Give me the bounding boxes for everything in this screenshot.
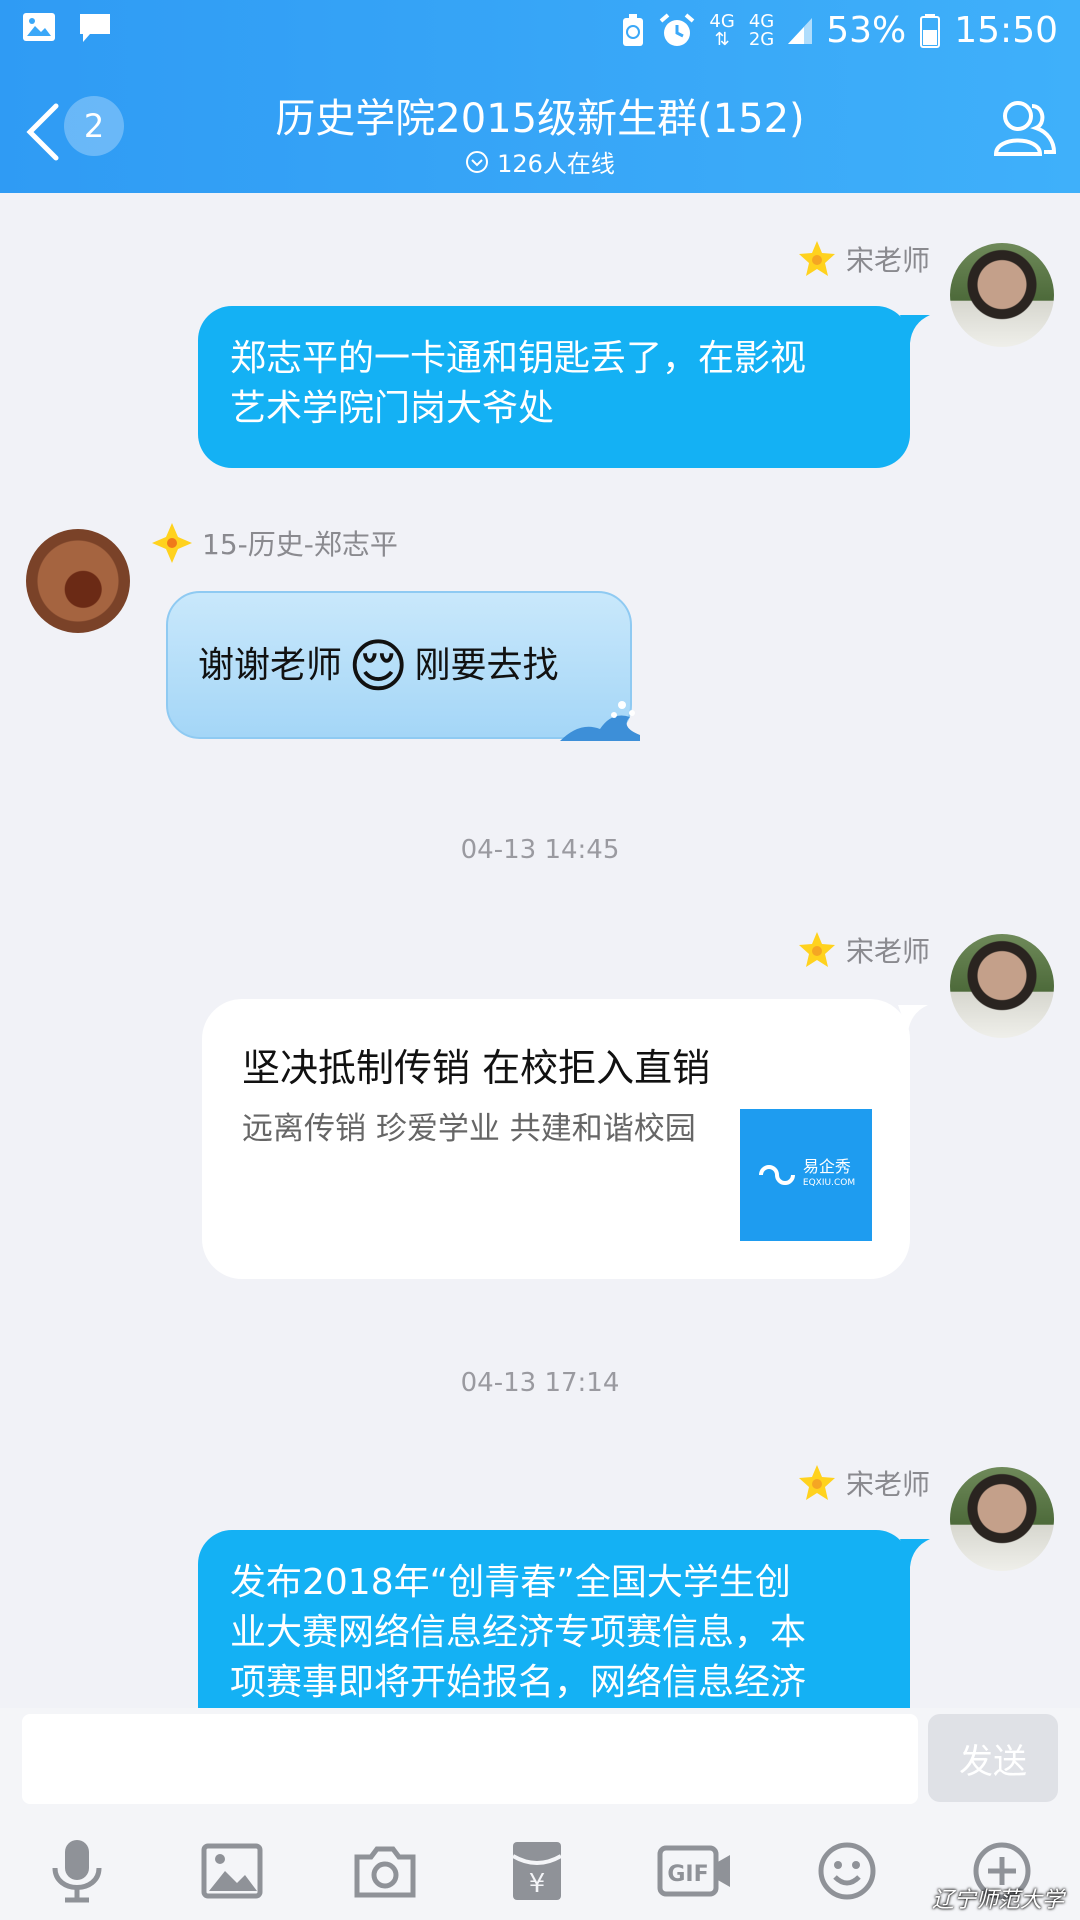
camera-icon[interactable] [350,1836,420,1906]
group-members-icon[interactable] [992,98,1058,158]
emoji-icon[interactable] [812,1836,882,1906]
sender-name: 15-历史-郑志平 [152,523,398,563]
alarm-icon [660,12,695,46]
chevron-down-circle-icon [466,150,489,173]
navbar: 2 历史学院2015级新生群(152) 126人在线 [0,62,1080,193]
message-bubble[interactable]: 郑志平的一卡通和钥匙丢了，在影视 艺术学院门岗大爷处 [198,306,910,468]
watermark: 辽宁师范大学 [931,1888,1064,1913]
sender-name: 宋老师 [798,239,930,279]
card-thumbnail: 易企秀 EQXIU.COM [740,1109,872,1241]
message-text: 谢谢老师 [198,645,343,686]
microphone-icon[interactable] [42,1836,112,1906]
eqxiu-logo-icon [758,1165,795,1185]
message-input[interactable] [22,1714,918,1804]
timestamp: 04-13 17:14 [460,1368,620,1398]
card-title: 坚决抵制传销 在校拒入直销 [242,1046,711,1090]
message-text-line: 艺术学院门岗大爷处 [230,388,555,429]
message-text-line: 发布2018年“创青春”全国大学生创 [230,1562,791,1603]
gif-label: GIF [667,1862,708,1887]
message-bubble[interactable]: 发布2018年“创青春”全国大学生创 业大赛网络信息经济专项赛信息，本 项赛事即… [198,1530,910,1708]
bubble-tail [898,1005,928,1033]
image-icon[interactable] [197,1836,267,1906]
star-badge-icon [798,1465,835,1500]
battery-saver-icon [623,13,644,46]
red-packet-icon[interactable]: ¥ [502,1836,572,1906]
online-count: 126人在线 [497,150,615,178]
avatar[interactable] [950,934,1054,1038]
timestamp: 04-13 14:45 [460,835,620,865]
message-bubble[interactable]: 谢谢老师 😌 刚要去找 [166,591,640,741]
gif-icon[interactable]: GIF [655,1836,735,1906]
message-text-line: 郑志平的一卡通和钥匙丢了，在影视 [230,338,807,379]
status-bar: 4G ⇅ 4G 2G 53% 15:50 [0,0,1080,62]
input-bar: 发送 ¥ GIF 辽宁师范大学 [0,1708,1080,1920]
star-badge-icon [798,241,835,276]
card-description: 远离传销 珍爱学业 共建和谐校园 [242,1111,696,1147]
header: 4G ⇅ 4G 2G 53% 15:50 2 历史学院2015级新生群(152) 1… [0,0,1080,193]
page-title: 历史学院2015级新生群(152) [275,96,805,142]
bubble-tail [900,315,930,343]
signal-icon [788,17,813,44]
sender-name: 宋老师 [798,930,930,970]
gallery-notification-icon [23,13,55,41]
diamond-badge-icon [152,523,192,563]
star-badge-icon [798,932,835,967]
net2-top-label: 4G [748,10,775,32]
send-button[interactable]: 发送 [928,1714,1058,1802]
network-indicator-1: 4G ⇅ [709,10,735,50]
wave-decoration-icon [560,701,640,741]
yuan-symbol: ¥ [529,1869,546,1899]
share-card[interactable]: 坚决抵制传销 在校拒入直销 远离传销 珍爱学业 共建和谐校园 易企秀 EQXIU… [202,999,910,1279]
avatar[interactable] [26,529,130,633]
online-status[interactable]: 126人在线 [0,144,1080,179]
thumb-brand: 易企秀 [802,1157,851,1176]
battery-icon [920,13,941,48]
relieved-emoji-icon: 😌 [348,632,409,700]
clock: 15:50 [954,10,1058,51]
battery-percent: 53% [826,10,907,51]
message-notification-icon [80,14,110,42]
net2-bottom-label: 2G [748,28,775,50]
message-text-line: 业大赛网络信息经济专项赛信息，本 [230,1612,807,1653]
input-toolbar: ¥ GIF [0,1828,1080,1920]
network-indicator-2: 4G 2G [748,10,775,50]
avatar[interactable] [950,243,1054,347]
bubble-tail [900,1539,930,1567]
avatar[interactable] [950,1467,1054,1571]
chat-area[interactable]: 宋老师 郑志平的一卡通和钥匙丢了，在影视 艺术学院门岗大爷处 15-历史-郑志平… [0,193,1080,1708]
sender-name: 宋老师 [798,1463,930,1503]
net1-label: 4G [709,10,735,32]
message-text: 刚要去找 [414,645,559,686]
thumb-domain: EQXIU.COM [802,1178,856,1188]
message-text-line: 项赛事即将开始报名，网络信息经济 [230,1662,807,1703]
